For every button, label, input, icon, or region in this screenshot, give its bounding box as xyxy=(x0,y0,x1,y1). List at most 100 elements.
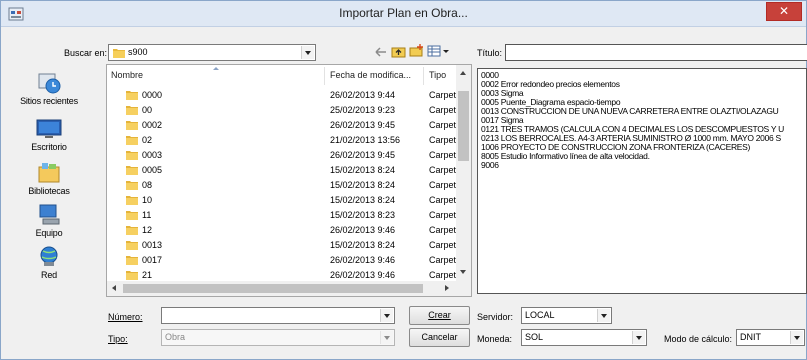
scroll-corner xyxy=(456,281,471,296)
titulo-field[interactable] xyxy=(505,44,807,61)
file-type: Carpet xyxy=(429,150,457,160)
file-list-header: Nombre Fecha de modifica... Tipo xyxy=(107,65,456,87)
file-row[interactable]: 0013 15/02/2013 8:24 Carpet xyxy=(107,238,456,253)
file-date: 26/02/2013 9:44 xyxy=(330,90,396,100)
sort-ascending-icon xyxy=(213,67,219,70)
file-type: Carpet xyxy=(429,240,457,250)
file-type: Carpet xyxy=(429,255,457,265)
file-date: 26/02/2013 9:45 xyxy=(330,150,396,160)
computer-icon xyxy=(39,204,60,225)
file-row[interactable]: 0000 26/02/2013 9:44 Carpet xyxy=(107,88,456,103)
file-name: 12 xyxy=(142,225,153,235)
column-header-name[interactable]: Nombre xyxy=(111,70,143,80)
file-type: Carpet xyxy=(429,210,457,220)
folder-icon xyxy=(126,271,138,280)
close-button[interactable]: ✕ xyxy=(766,2,802,21)
place-libraries[interactable]: Bibliotecas xyxy=(8,161,90,203)
places-bar: Sitios recientes Escritorio Bibliotecas xyxy=(8,65,90,287)
description-panel[interactable]: 0000 0002 Error redondeo precios elemento… xyxy=(477,68,807,294)
file-row[interactable]: 0017 26/02/2013 9:46 Carpet xyxy=(107,253,456,268)
chevron-down-icon[interactable] xyxy=(790,331,803,344)
folder-icon xyxy=(126,196,138,205)
servidor-combo[interactable]: LOCAL xyxy=(521,307,612,324)
file-row[interactable]: 0002 26/02/2013 9:45 Carpet xyxy=(107,118,456,133)
place-computer[interactable]: Equipo xyxy=(8,203,90,245)
chevron-down-icon[interactable] xyxy=(301,46,314,59)
lookin-value: s900 xyxy=(128,47,148,57)
file-type: Carpet xyxy=(429,165,457,175)
column-header-type[interactable]: Tipo xyxy=(429,70,446,80)
column-header-date[interactable]: Fecha de modifica... xyxy=(330,70,411,80)
description-line: 0013 CONSTRUCCION DE UNA NUEVA CARRETERA… xyxy=(481,106,779,116)
folder-icon xyxy=(126,166,138,175)
column-divider[interactable] xyxy=(423,67,424,85)
file-row[interactable]: 08 15/02/2013 8:24 Carpet xyxy=(107,178,456,193)
desktop-icon xyxy=(36,119,62,138)
file-row[interactable]: 0003 26/02/2013 9:45 Carpet xyxy=(107,148,456,163)
file-name: 02 xyxy=(142,135,153,145)
file-row[interactable]: 11 15/02/2013 8:23 Carpet xyxy=(107,208,456,223)
scroll-right-icon[interactable] xyxy=(445,285,449,291)
file-name: 0000 xyxy=(142,90,163,100)
network-icon xyxy=(40,246,58,266)
chevron-down-icon[interactable] xyxy=(597,309,610,322)
modo-value: DNIT xyxy=(740,332,761,342)
place-network[interactable]: Red xyxy=(8,245,90,287)
chevron-down-icon[interactable] xyxy=(380,309,393,322)
file-type: Carpet xyxy=(429,270,457,280)
horizontal-scrollbar[interactable] xyxy=(107,281,456,296)
tipo-combo[interactable]: Obra xyxy=(161,329,395,346)
file-date: 15/02/2013 8:24 xyxy=(330,195,396,205)
file-type: Carpet xyxy=(429,195,457,205)
numero-combo[interactable] xyxy=(161,307,395,324)
file-row[interactable]: 0005 15/02/2013 8:24 Carpet xyxy=(107,163,456,178)
file-row[interactable]: 02 21/02/2013 13:56 Carpet xyxy=(107,133,456,148)
folder-icon xyxy=(126,211,138,220)
back-icon[interactable] xyxy=(374,45,388,59)
import-plan-dialog: Importar Plan en Obra... ✕ Buscar en: s9… xyxy=(0,0,807,360)
scroll-left-icon[interactable] xyxy=(112,285,116,291)
folder-icon xyxy=(126,181,138,190)
vertical-scroll-thumb[interactable] xyxy=(458,91,469,161)
column-divider[interactable] xyxy=(324,67,325,85)
tipo-label: Tipo: xyxy=(108,334,128,344)
libraries-icon xyxy=(38,163,60,183)
scroll-down-icon[interactable] xyxy=(460,270,466,274)
crear-button[interactable]: Crear xyxy=(409,306,470,325)
file-type: Carpet xyxy=(429,105,457,115)
file-row[interactable]: 00 25/02/2013 9:23 Carpet xyxy=(107,103,456,118)
place-desktop[interactable]: Escritorio xyxy=(8,117,90,159)
folder-icon xyxy=(126,151,138,160)
folder-icon xyxy=(126,256,138,265)
moneda-combo[interactable]: SOL xyxy=(521,329,647,346)
file-row[interactable]: 12 26/02/2013 9:46 Carpet xyxy=(107,223,456,238)
file-name: 0005 xyxy=(142,165,163,175)
moneda-label: Moneda: xyxy=(477,334,513,344)
titulo-label: Título: xyxy=(477,48,503,58)
chevron-down-icon[interactable] xyxy=(632,331,645,344)
file-name: 08 xyxy=(142,180,153,190)
up-folder-icon[interactable] xyxy=(391,44,406,59)
file-name: 0013 xyxy=(142,240,163,250)
view-menu-icon[interactable] xyxy=(427,44,451,58)
file-row[interactable]: 10 15/02/2013 8:24 Carpet xyxy=(107,193,456,208)
file-date: 26/02/2013 9:46 xyxy=(330,255,396,265)
title-bar: Importar Plan en Obra... ✕ xyxy=(1,1,806,27)
cancelar-button[interactable]: Cancelar xyxy=(409,328,470,347)
file-name: 11 xyxy=(142,210,152,220)
file-date: 26/02/2013 9:46 xyxy=(330,225,396,235)
horizontal-scroll-thumb[interactable] xyxy=(123,284,423,293)
vertical-scrollbar[interactable] xyxy=(456,65,471,281)
chevron-down-icon[interactable] xyxy=(380,331,393,344)
file-list[interactable]: Nombre Fecha de modifica... Tipo 0000 26/… xyxy=(106,64,472,297)
lookin-combo[interactable]: s900 xyxy=(108,44,316,61)
scroll-up-icon[interactable] xyxy=(460,71,466,75)
file-name: 21 xyxy=(142,270,153,280)
new-folder-icon[interactable] xyxy=(409,43,424,58)
place-recent[interactable]: Sitios recientes xyxy=(8,71,90,113)
modo-combo[interactable]: DNIT xyxy=(736,329,805,346)
file-name: 0017 xyxy=(142,255,163,265)
numero-label: Número: xyxy=(108,312,143,322)
file-name: 0003 xyxy=(142,150,163,160)
window-title: Importar Plan en Obra... xyxy=(339,6,468,20)
